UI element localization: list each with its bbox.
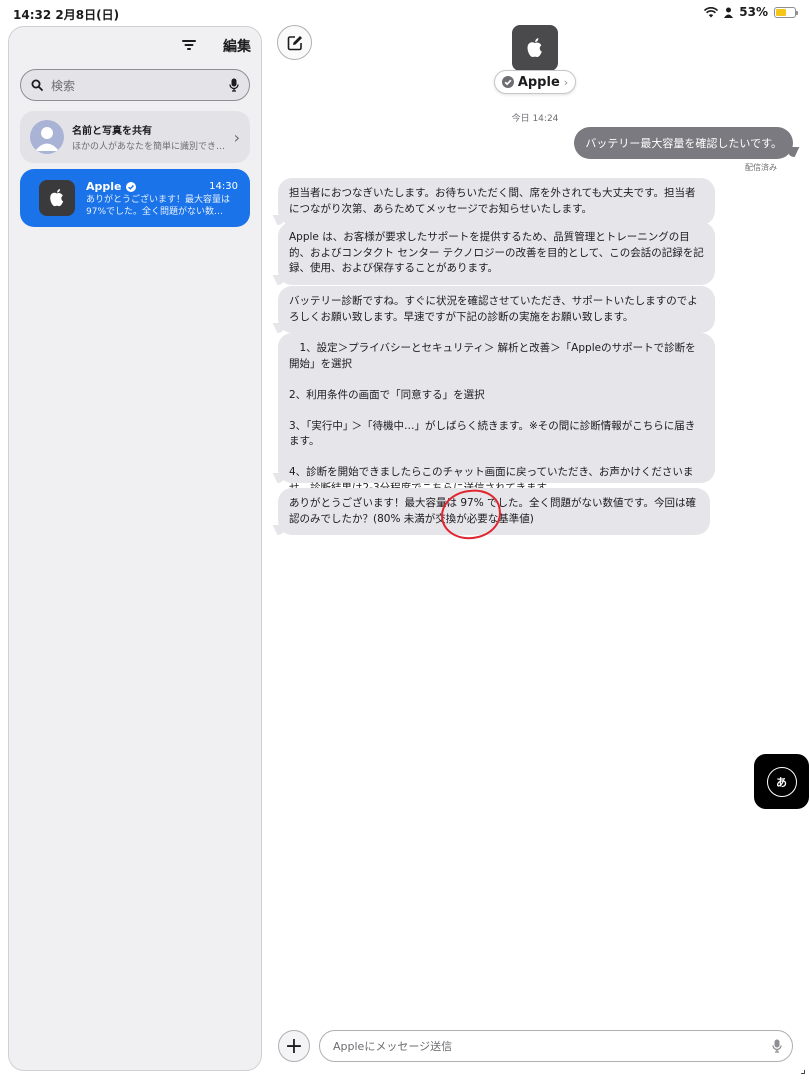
share-card-title: 名前と写真を共有 (72, 126, 152, 137)
resize-handle-icon[interactable]: ⌟ (800, 1062, 806, 1076)
conversation-time: 14:30 (209, 181, 238, 192)
wifi-icon (704, 6, 719, 17)
filter-icon[interactable] (181, 37, 197, 53)
search-placeholder: 検索 (51, 78, 76, 93)
translate-button[interactable]: あ (754, 754, 809, 809)
search-input[interactable]: 検索 (20, 69, 250, 101)
contact-name: Apple (517, 74, 560, 90)
microphone-icon[interactable] (229, 78, 239, 92)
sidebar: 編集 検索 名前と写真を共有 ほかの人があなたを簡単に識別でき… › Apple… (8, 26, 262, 1071)
received-message-bubble[interactable]: バッテリー診断ですね。すぐに状況を確認させていただき、サポートいたしますのでよろ… (278, 286, 715, 333)
message-input[interactable]: Appleにメッセージ送信 (319, 1030, 793, 1062)
battery-percent: 53% (739, 5, 768, 19)
sent-message-bubble[interactable]: バッテリー最大容量を確認したいです。 (574, 127, 793, 159)
edit-button[interactable]: 編集 (223, 36, 251, 56)
status-right: 53% (704, 5, 798, 19)
share-card-subtitle: ほかの人があなたを簡単に識別でき… (72, 142, 226, 152)
conversation-item-apple[interactable]: Apple 14:30 ありがとうございます！最大容量は97%でした。全く問題が… (20, 169, 250, 227)
message-input-placeholder: Appleにメッセージ送信 (333, 1040, 453, 1053)
add-attachment-button[interactable]: + (278, 1030, 310, 1062)
conversation-name: Apple (86, 180, 136, 193)
received-message-bubble[interactable]: Apple は、お客様が要求したサポートを提供するため、品質管理とトレーニングの… (278, 222, 715, 285)
plus-icon: + (284, 1033, 304, 1059)
microphone-icon[interactable] (772, 1039, 782, 1053)
apple-logo-icon (39, 180, 75, 216)
battery-icon (774, 6, 798, 18)
conversation-preview: ありがとうございます！最大容量は97%でした。全く問題がない数… (86, 195, 231, 217)
verified-badge-icon (501, 76, 514, 88)
delivery-status: 配信済み (745, 163, 777, 172)
chat-timestamp: 今日 14:24 (511, 114, 559, 124)
chevron-right-icon: › (563, 75, 569, 89)
person-icon (724, 7, 734, 18)
translate-icon: あ (766, 766, 797, 797)
status-time-date: 14:32 2月8日(日) (13, 8, 120, 22)
received-message-bubble[interactable]: ありがとうございます！最大容量は 97% でした。全く問題がない数値です。今回は… (278, 488, 710, 535)
avatar-placeholder-icon (30, 120, 64, 154)
contact-apple-logo-icon[interactable] (512, 25, 558, 71)
received-message-bubble[interactable]: 1、設定＞プライバシーとセキュリティ＞ 解析と改善＞「Appleのサポートで診断… (278, 333, 715, 494)
search-icon (31, 79, 43, 91)
verified-badge-icon (125, 181, 136, 192)
received-message-bubble[interactable]: 担当者におつなぎいたします。お待ちいただく間、席を外されても大丈夫です。担当者に… (278, 178, 715, 225)
compose-button[interactable] (277, 25, 312, 60)
status-bar: 14:32 2月8日(日) 53% (0, 0, 810, 26)
compose-icon (287, 35, 302, 50)
chevron-right-icon: › (233, 127, 240, 147)
contact-name-button[interactable]: Apple › (494, 70, 576, 94)
